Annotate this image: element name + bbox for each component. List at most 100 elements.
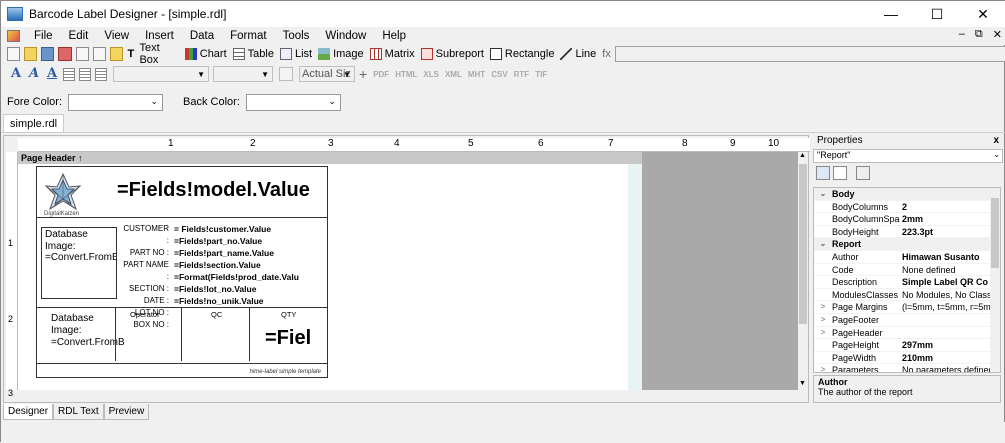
database-image-1[interactable]: Database Image: =Convert.FromBase64Strin… bbox=[41, 227, 117, 299]
collapse-icon[interactable]: ⌄ bbox=[814, 188, 832, 200]
paste-icon[interactable] bbox=[92, 47, 107, 61]
designer-vertical-scrollbar[interactable]: ▲ ▼ bbox=[798, 152, 808, 390]
lot-no-value[interactable]: =Fields!lot_no.Value bbox=[174, 283, 326, 295]
column-divider[interactable] bbox=[181, 307, 182, 361]
insert-rectangle-button[interactable]: Rectangle bbox=[489, 48, 554, 60]
insert-image-button[interactable]: Image bbox=[318, 48, 364, 60]
property-row[interactable]: PageWidth 210mm bbox=[814, 352, 1000, 365]
export-xml-button[interactable]: XML bbox=[445, 70, 462, 79]
close-button[interactable]: ✕ bbox=[960, 1, 1005, 27]
date-label[interactable]: DATE : bbox=[119, 295, 169, 307]
insert-line-button[interactable]: Line bbox=[560, 48, 596, 60]
customer-label[interactable]: CUSTOMER : bbox=[119, 223, 169, 247]
property-value[interactable]: None defined bbox=[900, 264, 990, 276]
property-row-author[interactable]: Author Himawan Susanto bbox=[814, 251, 1000, 264]
template-footer-text[interactable]: hime-label simple template bbox=[250, 369, 321, 375]
property-row[interactable]: ModulesClasses No Modules, No Classe bbox=[814, 289, 1000, 302]
minimize-button[interactable]: — bbox=[868, 1, 914, 27]
property-row[interactable]: Description Simple Label QR Co bbox=[814, 276, 1000, 289]
object-select[interactable]: "Report" ⌄ bbox=[813, 149, 1003, 163]
insert-table-button[interactable]: Table bbox=[232, 48, 274, 60]
part-no-value[interactable]: =Fields!part_no.Value bbox=[174, 235, 326, 247]
mdi-minimize-button[interactable]: – bbox=[959, 28, 965, 41]
section-label[interactable]: SECTION : bbox=[119, 283, 169, 295]
menu-data[interactable]: Data bbox=[182, 30, 222, 42]
scroll-up-icon[interactable]: ▲ bbox=[799, 152, 806, 159]
font-size-select[interactable]: ▼ bbox=[213, 66, 273, 82]
part-name-value[interactable]: =Fields!part_name.Value bbox=[174, 247, 326, 259]
divider-line[interactable] bbox=[37, 363, 327, 364]
back-color-select[interactable]: ⌄ bbox=[245, 93, 341, 111]
categorized-icon[interactable] bbox=[816, 166, 830, 180]
align-left-icon[interactable] bbox=[63, 67, 75, 81]
model-value-textbox[interactable]: =Fields!model.Value bbox=[117, 179, 310, 202]
properties-close-icon[interactable]: x bbox=[993, 135, 999, 146]
menu-format[interactable]: Format bbox=[222, 30, 274, 42]
menu-edit[interactable]: Edit bbox=[61, 30, 97, 42]
property-pages-icon[interactable] bbox=[856, 166, 870, 180]
save-icon[interactable] bbox=[41, 47, 55, 61]
property-row[interactable]: BodyHeight 223.3pt bbox=[814, 226, 1000, 239]
menu-help[interactable]: Help bbox=[374, 30, 414, 42]
cut-icon[interactable] bbox=[58, 47, 72, 61]
new-file-icon[interactable] bbox=[6, 47, 20, 61]
property-value[interactable] bbox=[900, 327, 990, 339]
property-value[interactable]: Himawan Susanto bbox=[900, 251, 990, 263]
property-row[interactable]: > PageHeader bbox=[814, 327, 1000, 340]
zoom-select[interactable]: Actual Siz ▼ bbox=[299, 66, 355, 82]
menu-window[interactable]: Window bbox=[317, 30, 374, 42]
property-row[interactable]: Code None defined bbox=[814, 264, 1000, 277]
property-row[interactable]: > Parameters No parameters defined bbox=[814, 364, 1000, 372]
zoom-in-icon[interactable]: + bbox=[359, 66, 367, 82]
expression-input[interactable] bbox=[614, 46, 1005, 62]
property-row[interactable]: > Page Margins (l=5mm, t=5mm, r=5mm bbox=[814, 301, 1000, 314]
tab-designer[interactable]: Designer bbox=[3, 404, 54, 420]
menu-insert[interactable]: Insert bbox=[137, 30, 182, 42]
property-grid-scrollbar[interactable] bbox=[990, 188, 1000, 372]
copy-icon[interactable] bbox=[75, 47, 89, 61]
column-divider[interactable] bbox=[249, 307, 250, 361]
italic-icon[interactable]: A bbox=[27, 67, 41, 81]
property-value[interactable]: Simple Label QR Co bbox=[900, 276, 990, 288]
box-no-value[interactable]: =Fields!no_unik.Value bbox=[174, 295, 326, 307]
underline-icon[interactable]: A bbox=[45, 67, 59, 81]
expand-icon[interactable]: > bbox=[814, 314, 832, 326]
page-header-bar[interactable]: Page Header ↑ bbox=[18, 152, 642, 164]
property-grid[interactable]: ⌄ Body BodyColumns 2 BodyColumnSpac 2mm Bod… bbox=[813, 187, 1001, 373]
maximize-button[interactable]: ☐ bbox=[914, 1, 960, 27]
qc-header[interactable]: QC bbox=[211, 310, 222, 319]
insert-chart-button[interactable]: Chart bbox=[184, 48, 227, 60]
expand-icon[interactable]: > bbox=[814, 364, 832, 372]
property-value[interactable]: (l=5mm, t=5mm, r=5mm bbox=[900, 301, 990, 313]
property-value[interactable]: 297mm bbox=[900, 339, 990, 351]
menu-file[interactable]: File bbox=[26, 30, 61, 42]
mdi-restore-button[interactable]: ⧉ bbox=[975, 28, 983, 41]
designer-horizontal-scrollbar[interactable] bbox=[18, 390, 798, 400]
font-family-select[interactable]: ▼ bbox=[113, 66, 209, 82]
customer-value[interactable]: = Fields!customer.Value bbox=[174, 223, 326, 235]
part-no-label[interactable]: PART NO : bbox=[119, 247, 169, 259]
page-header-band[interactable]: Page Header ↑ DigitalKaizen =Fields!mode… bbox=[18, 152, 642, 390]
category-body[interactable]: ⌄ Body bbox=[814, 188, 1000, 201]
tab-rdl-text[interactable]: RDL Text bbox=[53, 404, 104, 420]
property-value[interactable]: 210mm bbox=[900, 352, 990, 364]
collapse-icon[interactable]: ⌄ bbox=[814, 238, 832, 250]
divider-line[interactable] bbox=[37, 217, 327, 218]
operator-header[interactable]: Operator bbox=[130, 310, 160, 319]
property-value[interactable]: 2 bbox=[900, 201, 990, 213]
box-no-label[interactable]: BOX NO : bbox=[119, 319, 169, 331]
column-divider[interactable] bbox=[115, 307, 116, 361]
property-value[interactable]: 223.3pt bbox=[900, 226, 990, 238]
property-value[interactable]: No parameters defined bbox=[900, 364, 990, 372]
expand-icon[interactable]: > bbox=[814, 301, 832, 313]
align-center-icon[interactable] bbox=[79, 67, 91, 81]
open-folder-icon[interactable] bbox=[23, 47, 38, 61]
insert-matrix-button[interactable]: Matrix bbox=[369, 48, 415, 60]
mdi-document-icon[interactable] bbox=[7, 30, 20, 42]
export-mht-button[interactable]: MHT bbox=[468, 70, 485, 79]
export-tif-button[interactable]: TIF bbox=[535, 70, 547, 79]
label-rectangle[interactable]: DigitalKaizen =Fields!model.Value Databa… bbox=[36, 166, 328, 378]
insert-subreport-button[interactable]: Subreport bbox=[420, 48, 484, 60]
qty-value-textbox[interactable]: =Fiel bbox=[265, 327, 311, 350]
document-tab[interactable]: simple.rdl bbox=[3, 114, 65, 133]
